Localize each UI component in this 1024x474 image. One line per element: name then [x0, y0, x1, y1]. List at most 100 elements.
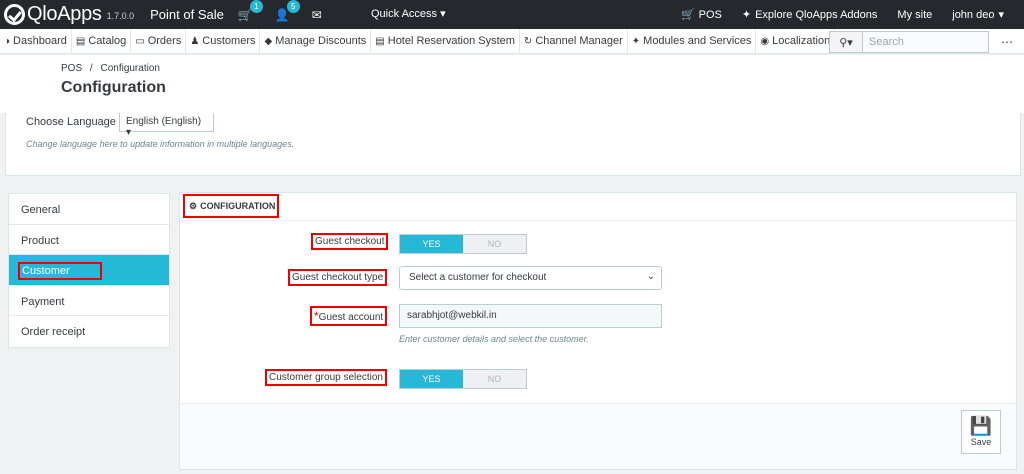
search-icon: ⚲ [839, 36, 848, 49]
nav-catalog[interactable]: ▤ Catalog [72, 28, 132, 54]
configuration-panel: ⚙ CONFIGURATION Guest checkout YES NO Gue… [179, 192, 1017, 470]
user-icon[interactable]: 👤 5 [275, 0, 300, 22]
version: 1.7.0.0 [106, 11, 135, 21]
switch-no[interactable]: NO [463, 235, 526, 253]
language-select[interactable]: English (English) ▾ [119, 113, 214, 138]
shop-title: Point of Sale [150, 7, 224, 22]
language-label: Choose Language [26, 116, 116, 128]
nav-label: Orders [147, 35, 182, 47]
main-nav: ◑ Dashboard ▤ Catalog ▭ Orders ♟ Customers ◆… [0, 28, 1024, 54]
panel-heading: ⚙ CONFIGURATION [183, 194, 279, 218]
more-menu-icon[interactable]: ⋯ [1001, 35, 1014, 49]
book-icon: ▤ [75, 35, 86, 47]
breadcrumb-root[interactable]: POS [61, 63, 82, 74]
explore-addons-label: Explore QloApps Addons [755, 8, 878, 21]
user-name: john deo [952, 8, 995, 21]
nav-dashboard[interactable]: ◑ Dashboard [0, 28, 72, 54]
switch-no[interactable]: NO [463, 370, 526, 388]
guest-checkout-type-select[interactable]: Select a customer for checkout ⌄ [399, 266, 662, 290]
panel-heading-label: CONFIGURATION [200, 201, 276, 211]
switch-yes[interactable]: YES [400, 235, 463, 253]
caret-down-icon: ▾ [847, 36, 853, 49]
nav-label: Dashboard [13, 35, 67, 47]
users-badge: 5 [286, 0, 300, 13]
pos-link[interactable]: 🛒 POS [680, 8, 722, 22]
credit-card-icon: ▭ [135, 35, 145, 47]
tab-customer[interactable]: Customer [9, 255, 169, 286]
panel-footer: 💾 Save [180, 403, 1016, 469]
page-title: Configuration [61, 79, 166, 96]
cart-badge: 1 [249, 0, 263, 13]
save-label: Save [970, 437, 992, 447]
quick-access-dropdown[interactable]: Quick Access ▾ [371, 7, 446, 20]
breadcrumb-current: Configuration [100, 63, 160, 74]
language-panel: Choose Language English (English) ▾ Chan… [5, 113, 1021, 176]
save-button[interactable]: 💾 Save [961, 410, 1001, 454]
nav-localization[interactable]: ◉ Localization [756, 28, 836, 54]
tab-payment[interactable]: Payment [9, 286, 169, 316]
search-bar: ⚲ ▾ Search [829, 31, 989, 53]
panel-divider [180, 220, 1016, 221]
customer-group-label: Customer group selection [265, 369, 387, 386]
nav-label: Channel Manager [535, 35, 623, 47]
top-bar: QloApps 1.7.0.0 Point of Sale 🛒 1 👤 5 ✉ Qu… [0, 0, 1024, 29]
tab-general[interactable]: General [9, 194, 169, 225]
guest-account-input[interactable]: sarabhjot@webkil.in [399, 304, 662, 328]
caret-down-icon: ▾ [440, 8, 446, 20]
dashboard-icon: ◑ [4, 35, 11, 47]
users-icon: ♟ [190, 35, 200, 47]
nav-channel-manager[interactable]: ↻ Channel Manager [520, 28, 628, 54]
nav-customers[interactable]: ♟ Customers [186, 28, 261, 54]
cart-small-icon: 🛒 [680, 9, 695, 21]
refresh-icon: ↻ [523, 35, 533, 47]
breadcrumb-separator: / [89, 63, 93, 74]
nav-label: Localization [772, 35, 831, 47]
nav-orders[interactable]: ▭ Orders [131, 28, 187, 54]
explore-addons-link[interactable]: ✦ Explore QloApps Addons [741, 8, 878, 22]
nav-label: Catalog [88, 35, 127, 47]
puzzle-piece-icon: ✦ [631, 35, 641, 47]
nav-hotel-reservation[interactable]: ▤ Hotel Reservation System [371, 28, 520, 54]
guest-checkout-switch[interactable]: YES NO [399, 234, 527, 254]
language-selected: English (English) [126, 116, 202, 127]
nav-label: Hotel Reservation System [387, 35, 515, 47]
nav-manage-discounts[interactable]: ◆ Manage Discounts [260, 28, 372, 54]
tab-customer-label: Customer [18, 262, 102, 280]
search-type-button[interactable]: ⚲ ▾ [829, 31, 862, 53]
page-header: POS / Configuration Configuration [0, 55, 1024, 113]
guest-account-help: Enter customer details and select the cu… [399, 334, 589, 344]
floppy-disk-icon: 💾 [969, 416, 993, 436]
nav-label: Customers [202, 35, 256, 47]
user-menu[interactable]: john deo ▾ [952, 8, 1004, 22]
guest-account-label-text: Guest account [318, 312, 384, 323]
my-site-link[interactable]: My site [897, 9, 932, 21]
guest-checkout-label: Guest checkout [311, 233, 389, 250]
chevron-down-icon: ⌄ [646, 271, 655, 282]
switch-yes[interactable]: YES [400, 370, 463, 388]
globe-icon: ◉ [760, 35, 770, 47]
nav-modules[interactable]: ✦ Modules and Services [628, 28, 757, 54]
tab-order-receipt[interactable]: Order receipt [9, 316, 169, 347]
breadcrumb: POS / Configuration [61, 63, 160, 74]
cart-icon[interactable]: 🛒 1 [238, 0, 263, 22]
logo[interactable]: QloApps 1.7.0.0 [0, 3, 134, 26]
quick-access-label: Quick Access [371, 8, 438, 20]
caret-down-icon: ▾ [998, 9, 1004, 21]
bed-icon: ▤ [375, 35, 385, 47]
config-tabs: General Product Customer Payment Order r… [8, 193, 170, 348]
pos-link-label: POS [698, 8, 722, 21]
customer-group-switch[interactable]: YES NO [399, 369, 527, 389]
guest-checkout-type-label: Guest checkout type [288, 269, 388, 286]
nav-label: Modules and Services [643, 35, 752, 47]
search-input[interactable]: Search [862, 31, 989, 53]
caret-down-icon: ▾ [126, 127, 132, 138]
app-name: QloApps [27, 3, 102, 25]
tab-product[interactable]: Product [9, 225, 169, 255]
qloapps-logo-icon [4, 4, 25, 25]
checkout-type-value: Select a customer for checkout [409, 272, 547, 283]
nav-label: Manage Discounts [275, 35, 367, 47]
tag-icon: ◆ [264, 35, 273, 47]
puzzle-icon: ✦ [741, 9, 752, 21]
language-help: Change language here to update informati… [26, 139, 295, 149]
envelope-icon[interactable]: ✉ [312, 8, 322, 22]
